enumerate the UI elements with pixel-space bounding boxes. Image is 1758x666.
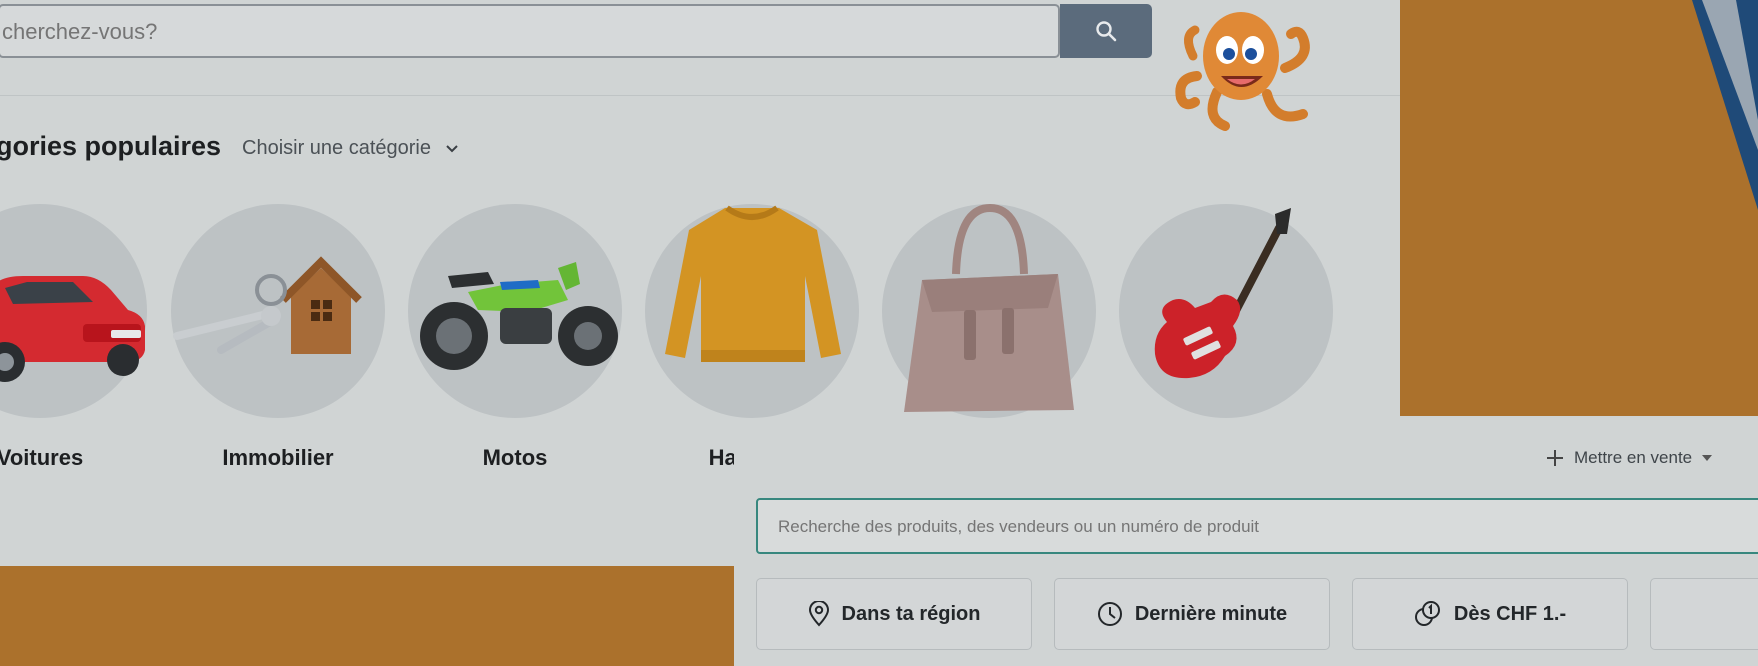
sell-button[interactable]: Mettre en vente: [1546, 448, 1713, 468]
keys-house-image: [173, 256, 362, 354]
sell-button-label: Mettre en vente: [1574, 448, 1693, 467]
category-label: Voitures: [0, 445, 84, 470]
category-item-cars[interactable]: Voitures: [0, 204, 147, 470]
top-search-button[interactable]: [1060, 4, 1152, 58]
chip-label: Dernière minute: [1134, 602, 1288, 625]
category-item-real-estate[interactable]: Immobilier: [171, 204, 385, 470]
chip-last-minute[interactable]: Dernière minute: [1054, 578, 1330, 650]
plus-icon: [1547, 450, 1563, 466]
category-item-bags[interactable]: [882, 204, 1096, 418]
chip-from-chf-1[interactable]: Dès CHF 1.-: [1352, 578, 1628, 650]
category-circle: [408, 204, 622, 418]
chevron-down-icon: [446, 144, 458, 152]
handbag-image: [904, 204, 1074, 412]
chip-label: Dans ta région: [841, 602, 981, 625]
category-circle: [882, 204, 1096, 418]
category-circle: [1119, 204, 1333, 418]
coin-one-icon: [1414, 601, 1440, 626]
category-circle: [171, 204, 385, 418]
category-item-instruments[interactable]: [1119, 204, 1333, 418]
category-circle: [645, 204, 859, 418]
chip-favorites[interactable]: [1650, 578, 1758, 650]
octopus-mascot-icon: [1175, 12, 1310, 131]
orange-backdrop-panel: [1400, 0, 1758, 416]
category-select-label: Choisir une catégorie: [242, 137, 431, 159]
category-item-clothes[interactable]: Habits p: [645, 204, 859, 470]
chip-nearby[interactable]: Dans ta région: [756, 578, 1032, 650]
top-search-input[interactable]: [0, 6, 1004, 58]
caret-down-icon: [1702, 455, 1713, 461]
motorcycle-image: [420, 262, 618, 370]
sweater-image: [665, 205, 841, 362]
category-circle: [0, 204, 147, 418]
car-image: [0, 276, 145, 382]
product-search-input[interactable]: [758, 500, 1758, 554]
location-pin-icon: [808, 601, 829, 627]
guitar-image: [1154, 208, 1291, 379]
section-title: gories populaires: [0, 131, 222, 161]
diagonal-stripe-decoration: [1692, 0, 1758, 210]
category-item-motorcycles[interactable]: Motos: [408, 204, 622, 470]
category-label: Motos: [482, 445, 548, 470]
product-search-bar: [756, 498, 1758, 554]
category-label: Immobilier: [222, 445, 334, 470]
category-select[interactable]: Choisir une catégorie: [242, 137, 459, 160]
orange-backdrop-panel-bottom: [0, 566, 734, 666]
chip-label: Dès CHF 1.-: [1453, 602, 1567, 625]
search-icon: [1096, 21, 1117, 42]
foreground-page: Mettre en vente Dans ta région Dernière …: [734, 418, 1758, 666]
top-search-bar: [0, 4, 1060, 58]
clock-icon: [1097, 602, 1122, 626]
